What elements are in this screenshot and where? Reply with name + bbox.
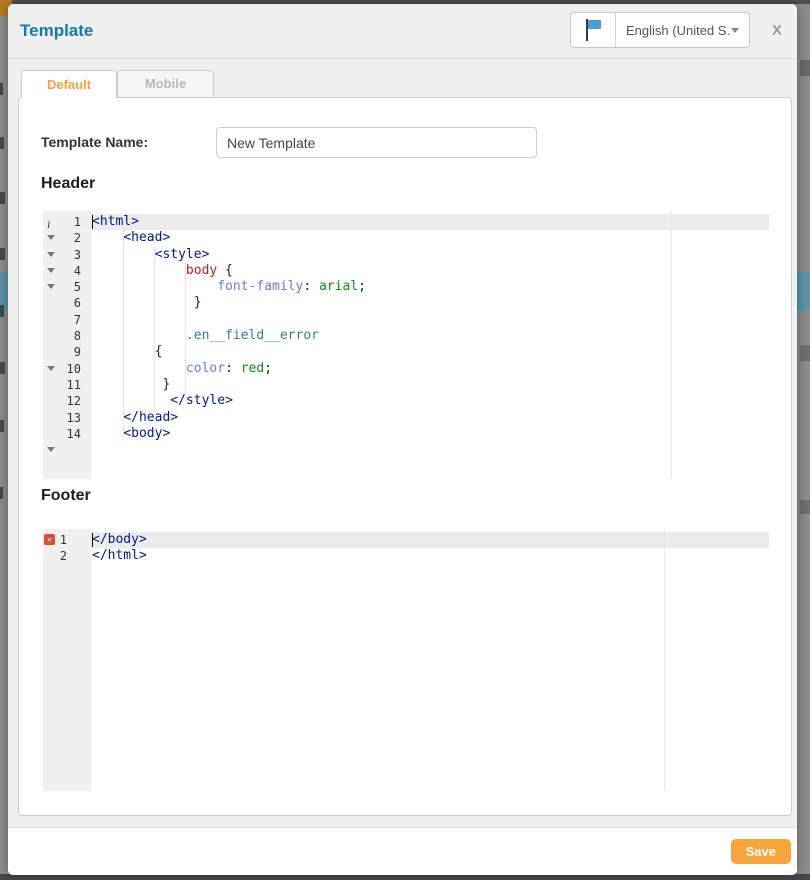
tab-default[interactable]: Default — [21, 70, 117, 98]
line-number: 14 — [43, 426, 81, 442]
tab-panel: Template Name: Header i12345678910111213… — [18, 97, 792, 816]
code-line-3[interactable]: <style> — [92, 247, 769, 263]
backdrop-fragment — [800, 60, 810, 76]
backdrop-fragment — [0, 362, 5, 374]
screen: Template English (United S… X Default Mo… — [0, 0, 810, 880]
editor-gutter[interactable]: i1234567891011121314 — [43, 211, 91, 479]
backdrop-fragment — [0, 248, 5, 260]
line-number: 6 — [43, 295, 81, 311]
gutter-line-9[interactable]: 9 — [43, 344, 91, 360]
language-selector[interactable]: English (United S… — [570, 12, 750, 48]
modal-title: Template — [20, 4, 93, 58]
text-cursor — [92, 215, 94, 229]
template-name-input[interactable] — [216, 127, 537, 158]
template-name-label: Template Name: — [41, 127, 148, 158]
flag-icon — [583, 18, 603, 42]
line-number: 2 — [43, 230, 81, 246]
gutter-line-11[interactable]: 11 — [43, 377, 91, 393]
save-button[interactable]: Save — [731, 839, 791, 864]
line-number: 13 — [43, 410, 81, 426]
code-line-7[interactable] — [92, 312, 769, 328]
line-number: 12 — [43, 393, 81, 409]
gutter-line-1[interactable]: i1 — [43, 214, 91, 230]
gutter-line-1[interactable]: ✕1 — [43, 532, 91, 548]
gutter-line-10[interactable]: 10 — [43, 361, 91, 377]
editor-gutter[interactable]: ✕12 — [43, 529, 91, 791]
code-line-12[interactable]: </style> — [92, 393, 769, 409]
backdrop-fragment — [0, 137, 4, 149]
code-line-2[interactable]: <head> — [92, 230, 769, 246]
code-line-13[interactable]: </head> — [92, 410, 769, 426]
line-number: 7 — [43, 312, 81, 328]
line-number: 8 — [43, 328, 81, 344]
header-code-editor[interactable]: i1234567891011121314 <html> <head> <styl… — [43, 211, 769, 479]
backdrop-fragment — [0, 487, 3, 499]
code-line-6[interactable]: } — [92, 295, 769, 311]
code-line-11[interactable]: } — [92, 377, 769, 393]
gutter-line-7[interactable]: 7 — [43, 312, 91, 328]
code-line-5[interactable]: font-family: arial; — [92, 279, 769, 295]
header-section-heading: Header — [41, 175, 95, 193]
backdrop-fragment — [0, 192, 5, 204]
chevron-down-icon — [731, 28, 739, 33]
line-number: 10 — [43, 361, 81, 377]
backdrop-fragment — [800, 500, 810, 514]
code-area[interactable]: <html> <head> <style> body { font-family… — [92, 214, 769, 442]
gutter-line-13[interactable]: 13 — [43, 410, 91, 426]
template-modal: Template English (United S… X Default Mo… — [8, 4, 797, 874]
code-line-1[interactable]: <html> — [92, 214, 769, 230]
code-line-2[interactable]: </html> — [92, 548, 769, 564]
backdrop-fragment — [0, 305, 4, 317]
code-line-9[interactable]: { — [92, 344, 769, 360]
gutter-line-3[interactable]: 3 — [43, 247, 91, 263]
gutter-line-2[interactable]: 2 — [43, 548, 91, 564]
language-selector-value: English (United S… — [616, 23, 731, 38]
code-line-8[interactable]: .en__field__error — [92, 328, 769, 344]
code-line-4[interactable]: body { — [92, 263, 769, 279]
tab-mobile[interactable]: Mobile — [117, 70, 214, 97]
modal-footer: Save — [8, 827, 797, 875]
text-cursor — [92, 533, 94, 547]
footer-section-heading: Footer — [41, 487, 91, 505]
code-line-10[interactable]: color: red; — [92, 361, 769, 377]
flag-segment — [571, 13, 616, 47]
code-area[interactable]: </body></html> — [92, 532, 769, 565]
print-margin-line — [664, 529, 665, 791]
line-number: 5 — [43, 279, 81, 295]
line-number: 4 — [43, 263, 81, 279]
line-number: 3 — [43, 247, 81, 263]
line-number: 2 — [43, 548, 67, 564]
gutter-line-12[interactable]: 12 — [43, 393, 91, 409]
backdrop-fragment — [0, 420, 4, 432]
gutter-line-14[interactable]: 14 — [43, 426, 91, 442]
gutter-line-8[interactable]: 8 — [43, 328, 91, 344]
backdrop-fragment — [800, 345, 810, 361]
backdrop-fragment — [0, 83, 3, 95]
error-annotation-icon: ✕ — [44, 534, 55, 545]
close-icon[interactable]: X — [765, 4, 789, 58]
footer-code-editor[interactable]: ✕12 </body></html> — [43, 529, 769, 791]
gutter-line-5[interactable]: 5 — [43, 279, 91, 295]
gutter-line-4[interactable]: 4 — [43, 263, 91, 279]
modal-header: Template English (United S… X — [8, 4, 797, 59]
gutter-line-2[interactable]: 2 — [43, 230, 91, 246]
gutter-line-6[interactable]: 6 — [43, 295, 91, 311]
line-number: 9 — [43, 344, 81, 360]
line-number: 11 — [43, 377, 81, 393]
fold-arrow-icon[interactable] — [47, 447, 55, 452]
code-line-1[interactable]: </body> — [92, 532, 769, 548]
code-line-14[interactable]: <body> — [92, 426, 769, 442]
